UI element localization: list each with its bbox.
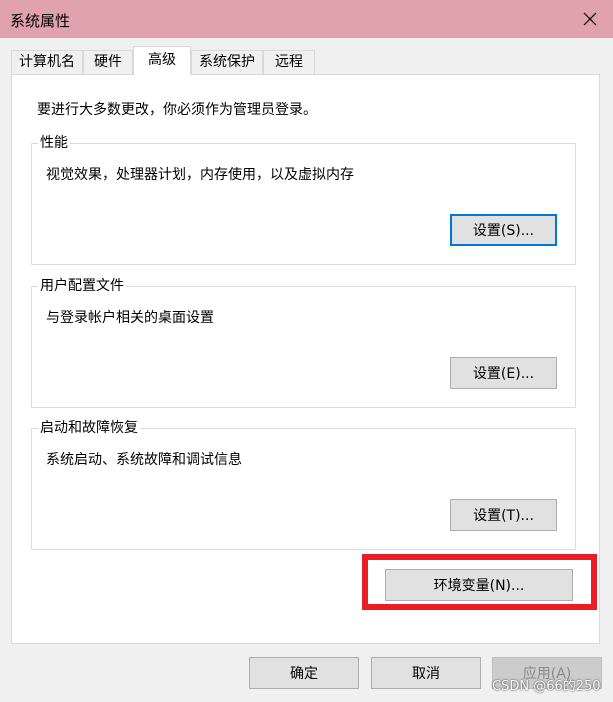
user-profiles-title: 用户配置文件 xyxy=(38,275,126,295)
tab-advanced[interactable]: 高级 xyxy=(133,46,191,75)
close-button[interactable] xyxy=(567,0,613,38)
tab-computer-name[interactable]: 计算机名 xyxy=(11,50,83,74)
performance-description: 视觉效果，处理器计划，内存使用，以及虚拟内存 xyxy=(46,167,354,183)
advanced-panel: 要进行大多数更改，你必须作为管理员登录。 性能 视觉效果，处理器计划，内存使用，… xyxy=(11,74,600,644)
title-bar: 系统属性 xyxy=(0,0,613,38)
startup-recovery-settings-button[interactable]: 设置(T)... xyxy=(450,499,557,531)
performance-settings-button[interactable]: 设置(S)... xyxy=(450,214,557,246)
user-profiles-group: 用户配置文件 与登录帐户相关的桌面设置 设置(E)... xyxy=(31,275,576,408)
performance-title: 性能 xyxy=(38,132,70,152)
startup-recovery-title: 启动和故障恢复 xyxy=(38,417,140,437)
tab-hardware[interactable]: 硬件 xyxy=(83,50,133,74)
environment-variables-button[interactable]: 环境变量(N)... xyxy=(385,569,573,601)
tab-remote[interactable]: 远程 xyxy=(263,50,315,74)
watermark: CSDN @66的250 xyxy=(492,679,601,694)
performance-group: 性能 视觉效果，处理器计划，内存使用，以及虚拟内存 设置(S)... xyxy=(31,132,576,265)
cancel-button[interactable]: 取消 xyxy=(371,657,481,689)
window-title: 系统属性 xyxy=(10,12,71,30)
admin-notice: 要进行大多数更改，你必须作为管理员登录。 xyxy=(37,102,317,118)
ok-button[interactable]: 确定 xyxy=(249,657,359,689)
startup-recovery-description: 系统启动、系统故障和调试信息 xyxy=(46,452,242,468)
user-profiles-description: 与登录帐户相关的桌面设置 xyxy=(46,310,214,326)
startup-recovery-group: 启动和故障恢复 系统启动、系统故障和调试信息 设置(T)... xyxy=(31,417,576,550)
close-icon xyxy=(583,12,597,26)
user-profiles-settings-button[interactable]: 设置(E)... xyxy=(450,357,557,389)
tab-system-protection[interactable]: 系统保护 xyxy=(191,50,263,74)
